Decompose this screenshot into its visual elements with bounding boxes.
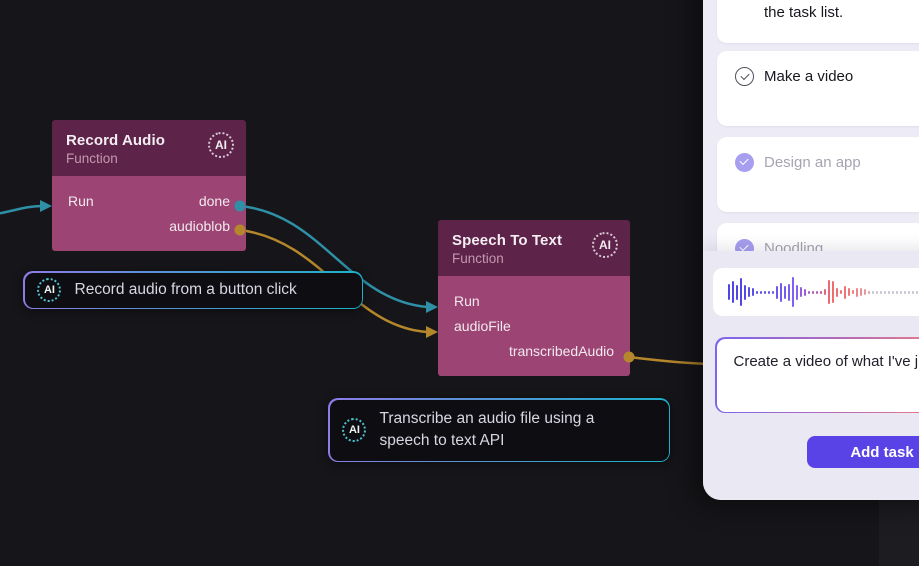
waveform-bar bbox=[796, 285, 798, 300]
waveform-bar bbox=[812, 291, 814, 294]
waveform-bar bbox=[820, 291, 822, 294]
arrowhead-audiofile bbox=[426, 326, 438, 338]
waveform-bar bbox=[804, 289, 806, 296]
node-subtitle: Function bbox=[66, 151, 232, 166]
waveform-bar bbox=[728, 284, 730, 300]
waveform-bar bbox=[748, 287, 750, 297]
waveform-bar bbox=[884, 291, 886, 294]
waveform-bar bbox=[776, 286, 778, 299]
node-record-audio[interactable]: Record Audio Function AI Run done audiob… bbox=[52, 120, 246, 251]
waveform-bar bbox=[832, 281, 834, 303]
ai-caption-record-audio[interactable]: AI Record audio from a button click bbox=[23, 271, 363, 309]
waveform-bar bbox=[756, 291, 758, 294]
waveform-bar bbox=[840, 290, 842, 294]
waveform-bar bbox=[852, 290, 854, 294]
waveform-bar bbox=[760, 291, 762, 294]
waveform-bar bbox=[740, 278, 742, 306]
task-input[interactable] bbox=[717, 339, 919, 412]
wire-incoming-run bbox=[0, 206, 42, 214]
waveform-bar bbox=[792, 277, 794, 307]
input-port-audiofile[interactable]: audioFile bbox=[454, 318, 511, 334]
waveform-bar bbox=[848, 288, 850, 296]
arrowhead-run-mid bbox=[426, 301, 438, 313]
checkbox-circle-icon[interactable] bbox=[735, 67, 754, 86]
flow-editor-canvas: { "colors": { "canvas_bg": "#161519", "n… bbox=[0, 0, 919, 566]
waveform-bar bbox=[876, 291, 878, 294]
waveform-bar bbox=[836, 288, 838, 297]
waveform-bar bbox=[916, 291, 918, 294]
task-list-panel: the task list. Make a video Design an ap… bbox=[703, 0, 919, 500]
waveform-bar bbox=[896, 291, 898, 294]
ai-caption-speech-to-text[interactable]: AI Transcribe an audio file using a spee… bbox=[328, 398, 670, 462]
background-strip bbox=[879, 498, 919, 566]
task-card-design-an-app[interactable]: Design an app bbox=[717, 137, 919, 212]
node-speech-to-text[interactable]: Speech To Text Function AI Run audioFile… bbox=[438, 220, 630, 376]
waveform-bar bbox=[780, 283, 782, 302]
output-port-transcribedaudio[interactable]: transcribedAudio bbox=[509, 343, 614, 359]
waveform-bar bbox=[892, 291, 894, 294]
node-subtitle: Function bbox=[452, 251, 616, 266]
ai-icon: AI bbox=[339, 416, 367, 444]
new-task-section: Add task bbox=[703, 251, 919, 500]
waveform-bar bbox=[768, 291, 770, 294]
checkbox-checked-icon[interactable] bbox=[735, 153, 754, 172]
waveform-bar bbox=[908, 291, 910, 294]
waveform-bar bbox=[800, 287, 802, 297]
waveform-bar bbox=[856, 288, 858, 297]
waveform-bar bbox=[824, 289, 826, 295]
caption-text: Transcribe an audio file using a speech … bbox=[380, 408, 642, 451]
waveform-bar bbox=[900, 291, 902, 294]
audio-waveform bbox=[713, 268, 919, 316]
output-port-done[interactable]: done bbox=[199, 193, 230, 209]
task-input-border bbox=[715, 337, 919, 413]
ai-icon: AI bbox=[34, 276, 62, 304]
task-card-wrapped[interactable]: the task list. bbox=[717, 0, 919, 43]
waveform-bar bbox=[864, 289, 866, 295]
task-label: Design an app bbox=[764, 154, 861, 171]
waveform-bar bbox=[844, 286, 846, 299]
waveform-bar bbox=[912, 291, 914, 294]
node-record-audio-header[interactable]: Record Audio Function AI bbox=[52, 120, 246, 176]
waveform-bar bbox=[772, 291, 774, 294]
waveform-bar bbox=[828, 280, 830, 304]
waveform-bar bbox=[732, 281, 734, 303]
task-label: the task list. bbox=[764, 4, 919, 21]
waveform-bar bbox=[808, 291, 810, 294]
waveform-bar bbox=[784, 286, 786, 299]
waveform-bar bbox=[888, 291, 890, 294]
waveform-bar bbox=[788, 284, 790, 301]
waveform-bar bbox=[860, 288, 862, 296]
task-label: Make a video bbox=[764, 68, 853, 85]
add-task-button[interactable]: Add task bbox=[807, 436, 919, 468]
node-speech-to-text-body: Run audioFile transcribedAudio bbox=[438, 276, 630, 376]
node-record-audio-body: Run done audioblob bbox=[52, 176, 246, 251]
waveform-bar bbox=[868, 291, 870, 294]
waveform-bar bbox=[816, 291, 818, 294]
waveform-bar bbox=[880, 291, 882, 294]
arrowhead-run-in bbox=[40, 200, 52, 212]
waveform-bar bbox=[872, 291, 874, 294]
input-port-run[interactable]: Run bbox=[454, 293, 480, 309]
waveform-bar bbox=[764, 291, 766, 294]
waveform-bar bbox=[752, 288, 754, 296]
wire-transcribedaudio-out bbox=[629, 357, 708, 364]
caption-text: Record audio from a button click bbox=[75, 279, 297, 301]
waveform-bar bbox=[904, 291, 906, 294]
output-port-audioblob[interactable]: audioblob bbox=[169, 218, 230, 234]
waveform-bar bbox=[736, 285, 738, 300]
waveform-bar bbox=[744, 285, 746, 300]
task-card-make-a-video[interactable]: Make a video bbox=[717, 51, 919, 126]
input-port-run[interactable]: Run bbox=[68, 193, 94, 209]
node-speech-to-text-header[interactable]: Speech To Text Function AI bbox=[438, 220, 630, 276]
